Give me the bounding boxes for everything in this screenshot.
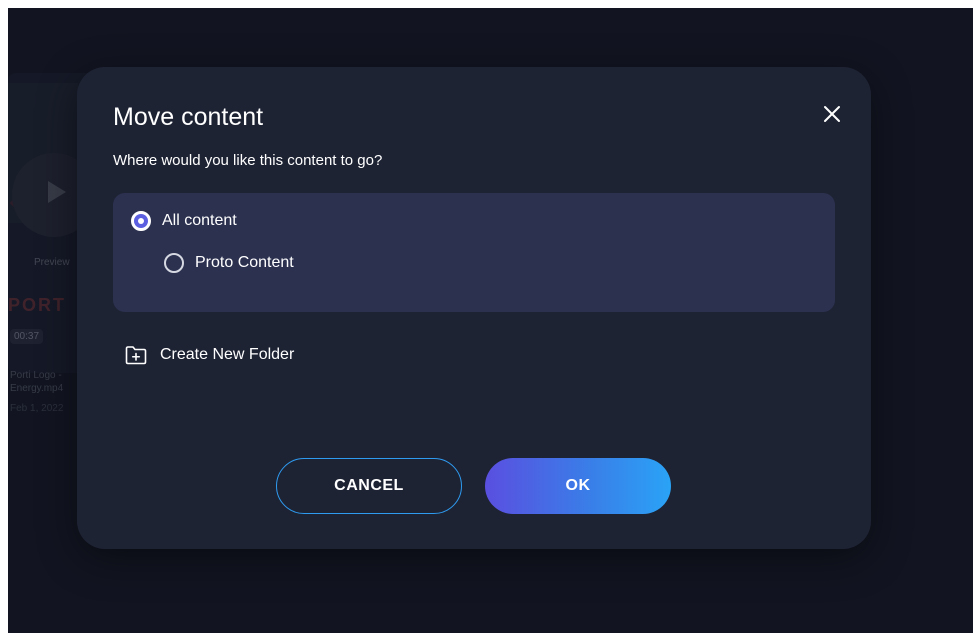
create-new-folder-button[interactable]: Create New Folder [125, 345, 294, 365]
radio-unselected-icon[interactable] [164, 253, 184, 273]
cancel-button[interactable]: CANCEL [276, 458, 462, 514]
folder-tree: All content Proto Content [113, 193, 835, 312]
ok-button[interactable]: OK [485, 458, 671, 514]
folder-option-proto-content[interactable]: Proto Content [164, 253, 294, 273]
move-content-dialog: Move content Where would you like this c… [77, 67, 871, 549]
dialog-title: Move content [113, 103, 264, 131]
folder-plus-icon [125, 346, 147, 365]
folder-option-label: Proto Content [195, 254, 294, 271]
app-window: Preview PORT 00:37 Porti Logo - Energy.m… [8, 8, 973, 633]
radio-selected-icon[interactable] [131, 211, 151, 231]
folder-option-all-content[interactable]: All content [131, 211, 237, 231]
dialog-subtitle: Where would you like this content to go? [113, 152, 383, 169]
folder-option-label: All content [162, 212, 237, 229]
close-button[interactable] [819, 101, 845, 127]
create-folder-label: Create New Folder [160, 346, 295, 363]
close-icon [824, 106, 840, 122]
